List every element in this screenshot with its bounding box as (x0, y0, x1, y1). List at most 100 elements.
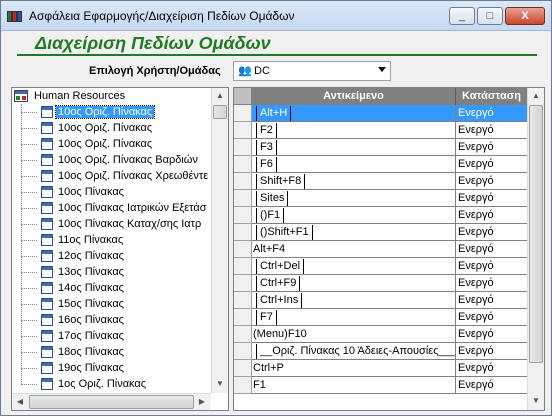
row-selector[interactable] (234, 292, 252, 309)
tree-item[interactable]: 10ος Οριζ. Πίνακας Βαρδιών (12, 152, 216, 168)
tree-item[interactable]: 10ος Οριζ. Πίνακας (12, 120, 216, 136)
maximize-button[interactable]: □ (477, 7, 503, 25)
row-selector[interactable] (234, 309, 252, 326)
object-cell[interactable]: (Menu)F10 (252, 326, 456, 343)
status-cell[interactable]: Ενεργό (456, 207, 527, 224)
grid-row[interactable]: Ctrl+Ins Ενεργό (234, 292, 527, 309)
tree-item[interactable]: 10ος Πίνακας Ιατρικών Εξετάσ (12, 200, 216, 216)
grid-row[interactable]: ()Shift+F1 Ενεργό (234, 224, 527, 241)
status-cell[interactable]: Ενεργό (456, 309, 527, 326)
object-cell[interactable]: F6 (252, 156, 456, 173)
row-selector[interactable] (234, 258, 252, 275)
tree-root-node[interactable]: Human Resources (12, 88, 212, 104)
column-header-object[interactable]: Αντικείμενο (252, 88, 456, 105)
title-bar[interactable]: Ασφάλεια Εφαρμογής/Διαχείριση Πεδίων Ομά… (1, 1, 551, 31)
status-cell[interactable]: Ενεργό (456, 258, 527, 275)
status-cell[interactable]: Ενεργό (456, 241, 527, 258)
tree-item[interactable]: 10ος Οριζ. Πίνακας Χρεωθέντε (12, 168, 216, 184)
column-header-status[interactable]: Κατάσταση (456, 88, 528, 105)
tree-item[interactable]: 12ος Πίνακας (12, 248, 216, 264)
object-cell[interactable]: F1 (252, 377, 456, 394)
object-cell[interactable]: Alt+F4 (252, 241, 456, 258)
status-cell[interactable]: Ενεργό (456, 156, 527, 173)
status-cell[interactable]: Ενεργό (456, 360, 527, 377)
tree-item[interactable]: 17ος Πίνακας (12, 328, 216, 344)
object-cell[interactable]: Ctrl+Ins (252, 292, 456, 309)
status-cell[interactable]: Ενεργό (456, 275, 527, 292)
row-selector[interactable] (234, 156, 252, 173)
row-selector[interactable] (234, 190, 252, 207)
tree-item[interactable]: 10ος Πίνακας (12, 184, 216, 200)
object-cell[interactable]: Shift+F8 (252, 173, 456, 190)
status-cell[interactable]: Ενεργό (456, 105, 527, 122)
grid-row[interactable]: __Οριζ. Πίνακας 10 Άδειες-Απουσίες____ Εν… (234, 343, 527, 360)
status-cell[interactable]: Ενεργό (456, 224, 527, 241)
object-cell[interactable]: F3 (252, 139, 456, 156)
scroll-thumb[interactable] (213, 105, 227, 119)
row-selector[interactable] (234, 224, 252, 241)
tree-item[interactable]: 16ος Πίνακας (12, 312, 216, 328)
status-cell[interactable]: Ενεργό (456, 122, 527, 139)
object-cell[interactable]: ()F1 (252, 207, 456, 224)
scroll-thumb[interactable] (529, 105, 543, 363)
grid-row[interactable]: Shift+F8 Ενεργό (234, 173, 527, 190)
object-cell[interactable]: Ctrl+P (252, 360, 456, 377)
row-selector[interactable] (234, 360, 252, 377)
tree-horizontal-scrollbar[interactable]: ◀ ▶ (12, 393, 211, 410)
status-cell[interactable]: Ενεργό (456, 326, 527, 343)
object-cell[interactable]: ()Shift+F1 (252, 224, 456, 241)
scroll-down-arrow-icon[interactable]: ▼ (528, 393, 544, 409)
grid-row[interactable]: ()F1 Ενεργό (234, 207, 527, 224)
grid-row[interactable]: Alt+F4 Ενεργό (234, 241, 527, 258)
grid-row[interactable]: Ctrl+P Ενεργό (234, 360, 527, 377)
grid-vertical-scrollbar[interactable]: ▲ ▼ (527, 88, 544, 410)
objects-grid[interactable]: Αντικείμενο Κατάσταση Alt+H Ενεργό F2 Ενεργ… (233, 87, 545, 411)
object-cell[interactable]: Ctrl+Del (252, 258, 456, 275)
tree-item[interactable]: 1ος Οριζ. Πίνακας (12, 376, 216, 392)
chevron-down-icon[interactable] (378, 67, 386, 72)
grid-row[interactable]: Ctrl+Del Ενεργό (234, 258, 527, 275)
object-cell[interactable]: __Οριζ. Πίνακας 10 Άδειες-Απουσίες____ (252, 343, 456, 360)
grid-row[interactable]: F7 Ενεργό (234, 309, 527, 326)
tree-item[interactable]: 10ος Οριζ. Πίνακας (12, 104, 216, 120)
tree-item[interactable]: 14ος Πίνακας (12, 280, 216, 296)
tree-vertical-scrollbar[interactable]: ▲ ▼ (211, 88, 228, 393)
tree-item[interactable]: 10ος Πίνακας Καταχ/σης Ιατρ (12, 216, 216, 232)
row-selector[interactable] (234, 122, 252, 139)
horizontal-scroll-thumb[interactable] (29, 395, 194, 409)
status-cell[interactable]: Ενεργό (456, 292, 527, 309)
scroll-left-arrow-icon[interactable]: ◀ (12, 394, 28, 410)
row-selector[interactable] (234, 377, 252, 394)
tree-item[interactable]: 13ος Πίνακας (12, 264, 216, 280)
grid-row[interactable]: F2 Ενεργό (234, 122, 527, 139)
grid-row[interactable]: F3 Ενεργό (234, 139, 527, 156)
row-selector[interactable] (234, 173, 252, 190)
row-selector[interactable] (234, 105, 252, 122)
row-selector[interactable] (234, 275, 252, 292)
close-button[interactable]: X (505, 7, 545, 25)
object-cell[interactable]: Ctrl+F9 (252, 275, 456, 292)
forms-tree[interactable]: Human Resources 10ος Οριζ. Πίνακας 10ος Ο… (11, 87, 229, 411)
status-cell[interactable]: Ενεργό (456, 343, 527, 360)
status-cell[interactable]: Ενεργό (456, 173, 527, 190)
row-selector[interactable] (234, 241, 252, 258)
row-selector[interactable] (234, 343, 252, 360)
object-cell[interactable]: Sites (252, 190, 456, 207)
tree-item[interactable]: 18ος Πίνακας (12, 344, 216, 360)
user-group-dropdown[interactable]: 👥 DC (233, 61, 391, 81)
grid-row[interactable]: F1 Ενεργό (234, 377, 527, 394)
scroll-up-arrow-icon[interactable]: ▲ (528, 88, 544, 104)
tree-item[interactable]: 15ος Πίνακας (12, 296, 216, 312)
status-cell[interactable]: Ενεργό (456, 139, 527, 156)
status-cell[interactable]: Ενεργό (456, 377, 527, 394)
object-cell[interactable]: F7 (252, 309, 456, 326)
row-selector[interactable] (234, 326, 252, 343)
scroll-up-arrow-icon[interactable]: ▲ (212, 88, 228, 104)
minimize-button[interactable]: _ (449, 7, 475, 25)
scroll-down-arrow-icon[interactable]: ▼ (212, 376, 228, 392)
grid-row[interactable]: Sites Ενεργό (234, 190, 527, 207)
grid-row[interactable]: Ctrl+F9 Ενεργό (234, 275, 527, 292)
row-selector[interactable] (234, 207, 252, 224)
scroll-right-arrow-icon[interactable]: ▶ (194, 394, 210, 410)
row-selector[interactable] (234, 139, 252, 156)
